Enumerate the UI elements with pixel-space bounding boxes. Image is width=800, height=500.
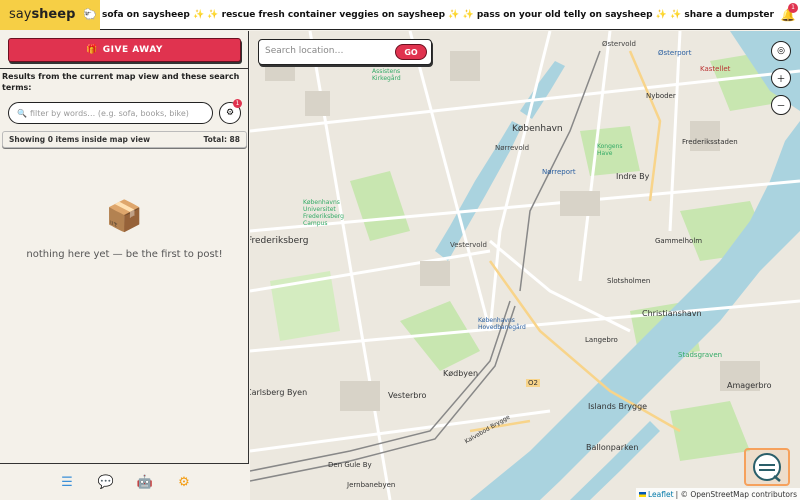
map-label-jernbanebyen: Jernbanebyen <box>347 481 396 489</box>
map-label-stadsgraven: Stadsgraven <box>678 351 723 359</box>
leaflet-link[interactable]: Leaflet <box>648 490 674 499</box>
empty-box-icon: 📦 <box>105 199 144 234</box>
robot-icon[interactable]: 🤖 <box>137 475 153 490</box>
map-label-assistens: Assistens Kirkegård <box>372 68 401 82</box>
notification-badge: 1 <box>788 2 798 13</box>
item-count-bar: Showing 0 items inside map view Total: 8… <box>2 131 247 148</box>
map-label-christianshavn: Christianshavn <box>642 309 702 318</box>
zoom-out-button[interactable]: － <box>771 95 791 115</box>
filter-placeholder: filter by words… (e.g. sofa, books, bike… <box>29 108 189 118</box>
gift-icon: 🎁 <box>86 45 98 55</box>
filter-settings-button[interactable]: ⚙ 1 <box>219 99 242 124</box>
map-label-osterport: Østerport <box>658 49 692 57</box>
map-label-frederiksberg: Frederiksberg <box>250 236 309 246</box>
map-label-gammelholm: Gammelholm <box>655 237 703 245</box>
map-label-den-gule-by: Den Gule By <box>328 461 372 469</box>
list-icon[interactable]: ☰ <box>60 475 74 490</box>
map-tiles <box>250 31 800 500</box>
logo-text-plain: say <box>9 7 32 22</box>
map-label-carlsberg: Carlsberg Byen <box>250 388 308 397</box>
map-label-indre-by: Indre By <box>616 172 650 181</box>
map-view[interactable]: København Nørreport Nørrevold Vestervold… <box>250 31 800 500</box>
news-ticker: sofa on saysheep ✨ ✨ rescue fresh contai… <box>102 9 776 20</box>
map-attribution: Leaflet | © OpenStreetMap contributors <box>636 488 800 500</box>
zoom-in-button[interactable]: ＋ <box>771 68 791 88</box>
filter-icon: ⚙ <box>225 108 235 118</box>
settings-icon[interactable]: ⚙ <box>177 475 191 490</box>
assistant-icon <box>753 453 781 482</box>
showing-count: Showing 0 items inside map view <box>9 135 151 144</box>
sidebar-divider <box>0 68 249 69</box>
bottom-nav: ☰ 💬 🤖 ⚙ <box>0 463 249 500</box>
plus-icon: ＋ <box>776 74 786 85</box>
map-label-amagerbro: Amagerbro <box>727 381 772 390</box>
locate-icon: ◎ <box>777 46 785 56</box>
map-label-norrevold: Nørrevold <box>495 144 530 152</box>
location-search-input[interactable]: Search location… <box>265 46 344 56</box>
notifications-button[interactable]: 🔔 1 <box>776 0 800 30</box>
give-away-button[interactable]: 🎁 GIVE AWAY <box>8 38 241 62</box>
map-label-langebro: Langebro <box>585 336 618 344</box>
results-description: Results from the current map view and th… <box>2 72 240 92</box>
map-label-hovedbanegard: Københavns Hovedbanegård <box>478 317 526 331</box>
map-label-kobenhavn: København <box>512 124 563 134</box>
map-label-frederiksstaden: Frederiksstaden <box>682 138 738 146</box>
sidebar: 🎁 GIVE AWAY Results from the current map… <box>0 31 249 500</box>
map-label-kodbyen: Kødbyen <box>443 369 479 378</box>
logo-text-bold: sheep <box>31 7 76 22</box>
map-label-ostervold: Østervold <box>602 40 636 48</box>
give-away-label: GIVE AWAY <box>102 45 163 55</box>
ukraine-flag-icon <box>639 491 647 497</box>
map-label-vesterbro: Vesterbro <box>388 391 427 400</box>
sheep-icon: 🐑 <box>83 8 98 21</box>
top-bar: say sheep 🐑 sofa on saysheep ✨ ✨ rescue f… <box>0 0 800 30</box>
go-button[interactable]: GO <box>395 44 427 60</box>
map-label-o2: O2 <box>526 379 540 387</box>
filter-badge: 1 <box>233 99 242 108</box>
chat-icon[interactable]: 💬 <box>98 475 114 490</box>
map-label-norreport: Nørreport <box>542 168 576 176</box>
logo[interactable]: say sheep 🐑 <box>0 0 100 30</box>
locate-button[interactable]: ◎ <box>771 41 791 61</box>
map-label-kongens-have: Kongens Have <box>597 143 623 157</box>
osm-attribution[interactable]: | © OpenStreetMap contributors <box>676 490 797 499</box>
map-label-islands-brygge: Islands Brygge <box>588 402 648 411</box>
map-label-slotsholmen: Slotsholmen <box>607 277 651 285</box>
map-label-ballonparken: Ballonparken <box>586 443 639 452</box>
location-search: Search location… GO <box>258 39 432 65</box>
map-label-ku: Københavns Universitet Frederiksberg Cam… <box>303 199 344 227</box>
empty-state-text: nothing here yet — be the first to post! <box>26 249 223 260</box>
search-icon: 🔍 <box>17 108 27 118</box>
minus-icon: － <box>776 101 786 112</box>
total-count: Total: 88 <box>203 135 240 144</box>
map-label-nyboder: Nyboder <box>646 92 676 100</box>
chat-assistant-button[interactable] <box>744 448 790 486</box>
filter-input[interactable]: 🔍 filter by words… (e.g. sofa, books, bi… <box>8 102 213 124</box>
map-label-vestervold: Vestervold <box>450 241 487 249</box>
map-label-kastellet: Kastellet <box>700 65 731 73</box>
